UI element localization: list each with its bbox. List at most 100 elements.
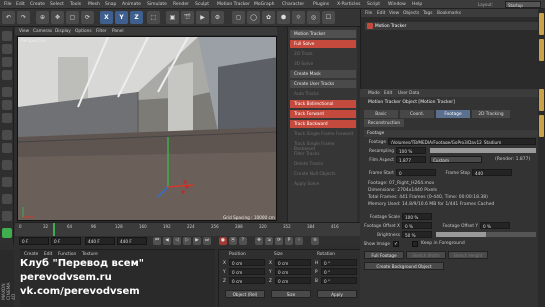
film-aspect-dropdown[interactable]: Custom — [430, 156, 482, 163]
attr-menu-user-data[interactable]: User Data — [398, 91, 419, 96]
menu-item-track-forward[interactable]: Track Forward — [290, 110, 356, 118]
playhead[interactable] — [53, 223, 55, 237]
om-menu-file[interactable]: File — [365, 11, 372, 16]
attr-menu-mode[interactable]: Mode — [368, 91, 380, 96]
attributes-side-tab[interactable] — [539, 89, 544, 111]
edit-render-settings-icon[interactable]: ⚙ — [211, 11, 224, 24]
size-mode-dropdown[interactable]: Size — [271, 290, 311, 298]
menu-help[interactable]: Help — [412, 2, 422, 7]
position-x-field[interactable]: 0 cm — [229, 259, 265, 266]
deformer-icon[interactable]: ⬢ — [277, 11, 290, 24]
current-frame-field[interactable]: 0 F — [19, 237, 49, 245]
go-to-end-icon[interactable]: ⏭ — [203, 237, 211, 245]
autokey-icon[interactable]: ⦿ — [229, 237, 237, 245]
param-key-icon[interactable]: P — [285, 237, 293, 245]
menu-item-track-single-forward[interactable]: Track Single Frame Forward — [290, 130, 356, 138]
mat-menu-create[interactable]: Create — [24, 252, 38, 257]
tab-footage[interactable]: Footage — [436, 110, 470, 118]
render-settings-icon[interactable]: ▶ — [196, 11, 209, 24]
rotate-icon[interactable]: ⟳ — [81, 11, 94, 24]
perspective-viewport[interactable]: Perspective Grid Spacing : 10000 cm — [17, 36, 277, 221]
live-select-icon[interactable]: ⊕ — [36, 11, 49, 24]
om-menu-objects[interactable]: Objects — [403, 11, 419, 16]
menu-item-2d-track[interactable]: 2D Track — [290, 50, 356, 58]
menu-sculpt[interactable]: Sculpt — [195, 2, 209, 7]
menu-tools[interactable]: Tools — [70, 2, 81, 7]
keep-in-foreground-checkbox[interactable] — [412, 241, 418, 247]
create-background-object-button[interactable]: Create Background Object — [364, 262, 444, 270]
snap-icon[interactable] — [2, 160, 12, 170]
menu-animate[interactable]: Animate — [122, 2, 141, 7]
timeline-ruler[interactable]: 0 32 64 96 128 160 192 224 256 288 320 3… — [15, 222, 360, 237]
menu-simulate[interactable]: Simulate — [147, 2, 167, 7]
menu-mesh[interactable]: Mesh — [88, 2, 100, 7]
timeline-settings-icon[interactable]: ≡ — [311, 237, 319, 245]
planar-workplane-icon[interactable] — [2, 194, 12, 204]
section-footage[interactable]: Footage — [364, 130, 540, 137]
spline-icon[interactable]: ◯ — [247, 11, 260, 24]
viewport-menu-cameras[interactable]: Cameras — [33, 29, 52, 34]
om-menu-view[interactable]: View — [389, 11, 399, 16]
lock-workplane-icon[interactable] — [2, 177, 12, 187]
render-picture-viewer-icon[interactable]: 🎬 — [181, 11, 194, 24]
footage-scale-field[interactable]: 100 % — [402, 213, 432, 220]
menu-item-track-single-backward[interactable]: Track Single Frame Backward — [290, 140, 356, 152]
light-icon[interactable]: ☼ — [292, 11, 305, 24]
menu-x-particles[interactable]: X-Particles — [337, 2, 360, 7]
layers-side-tab[interactable] — [539, 115, 544, 137]
om-menu-tags[interactable]: Tags — [423, 11, 433, 16]
make-editable-icon[interactable] — [2, 31, 12, 41]
viewport-menu-options[interactable]: Options — [75, 29, 92, 34]
brightness-field[interactable]: 50 % — [402, 231, 432, 238]
points-mode-icon[interactable] — [2, 87, 12, 97]
menu-item-track-backward[interactable]: Track Backward — [290, 120, 356, 128]
texture-mode-icon[interactable] — [2, 57, 12, 67]
end-frame-field[interactable]: 440 F — [85, 237, 115, 245]
attr-menu-edit[interactable]: Edit — [384, 91, 392, 96]
object-row-motion-tracker[interactable]: Motion Tracker — [365, 22, 541, 30]
axis-mode-icon[interactable] — [2, 130, 12, 140]
menu-item-filter-tracks[interactable]: Filter Tracks — [290, 150, 356, 158]
position-z-field[interactable]: 0 cm — [229, 277, 265, 284]
menu-character[interactable]: Character — [282, 2, 304, 7]
go-to-start-icon[interactable]: ⏮ — [153, 237, 161, 245]
mat-menu-edit[interactable]: Edit — [44, 252, 52, 257]
sketch-width-button[interactable]: Sketch Width — [406, 251, 446, 259]
viewport-menu-filter[interactable]: Filter — [96, 29, 107, 34]
tweak-mode-icon[interactable] — [2, 143, 12, 153]
mat-menu-function[interactable]: Function — [58, 252, 76, 257]
menu-item-create-null-objects[interactable]: Create Null Objects — [290, 170, 356, 178]
position-y-field[interactable]: 0 cm — [229, 268, 265, 275]
menu-item-create-user-tracks[interactable]: Create User Tracks — [290, 80, 356, 88]
content-browser-side-tab[interactable] — [539, 39, 544, 61]
menu-item-track-bidirectional[interactable]: Track Bidirectional — [290, 100, 356, 108]
rotate-key-icon[interactable]: ⟳ — [275, 237, 283, 245]
model-mode-icon[interactable] — [2, 44, 12, 54]
show-image-checkbox[interactable]: ✓ — [393, 241, 399, 247]
move-key-icon[interactable]: ✥ — [255, 237, 263, 245]
size-y-field[interactable]: 0 cm — [275, 268, 311, 275]
floor-icon[interactable]: ☐ — [322, 11, 335, 24]
menu-edit[interactable]: Edit — [16, 2, 25, 7]
point-level-icon[interactable]: ⁘ — [295, 237, 303, 245]
menu-item-3d-solve[interactable]: 3D Solve — [290, 60, 356, 68]
menu-select[interactable]: Select — [50, 2, 64, 7]
apply-button[interactable]: Apply — [317, 290, 357, 298]
z-axis-lock-button[interactable]: Z — [130, 11, 143, 24]
footage-offset-x-field[interactable]: 0 % — [402, 222, 432, 229]
tab-reconstruction[interactable]: Reconstruction — [364, 119, 404, 127]
viewport-solo-icon[interactable] — [2, 228, 12, 238]
scale-key-icon[interactable]: ⇲ — [265, 237, 273, 245]
menu-item-full-solve[interactable]: Full Solve — [290, 40, 356, 48]
menu-item-delete-tracks[interactable]: Delete Tracks — [290, 160, 356, 168]
keyframe-selection-icon[interactable]: ? — [239, 237, 247, 245]
redo-icon[interactable]: ↷ — [17, 11, 30, 24]
rotation-p-field[interactable]: 0 ° — [321, 268, 357, 275]
start-frame-field[interactable]: 0 F — [51, 237, 81, 245]
objects-side-tab[interactable] — [539, 13, 544, 35]
footage-offset-y-field[interactable]: 0 % — [480, 222, 510, 229]
layout-select[interactable]: Startup — [505, 1, 541, 8]
record-icon[interactable]: ● — [219, 237, 227, 245]
om-menu-edit[interactable]: Edit — [377, 11, 385, 16]
menu-snap[interactable]: Snap — [105, 2, 116, 7]
